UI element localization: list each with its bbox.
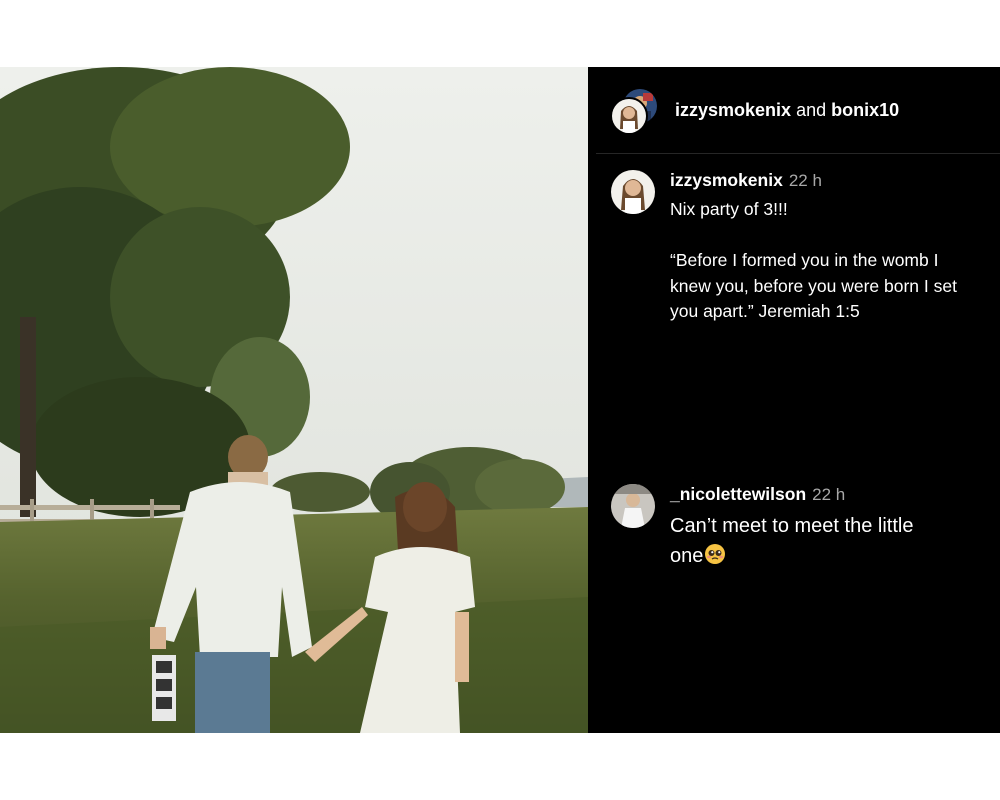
avatar-izzysmokenix[interactable] <box>611 170 655 214</box>
comments-panel: izzysmokenix and bonix10 izzysmokenix 22 … <box>596 67 1000 733</box>
photo-couple-walking-in-field <box>0 67 588 733</box>
comment-blank-line <box>670 223 1000 249</box>
authors-connector: and <box>791 100 832 120</box>
avatar-izzysmokenix[interactable] <box>610 97 648 135</box>
comment-line: Can’t meet to meet the little <box>670 515 914 537</box>
comment-text: Nix party of 3!!! “Before I formed you i… <box>670 197 1000 325</box>
panel-divider <box>588 67 596 733</box>
comment-line-with-emoji: one <box>670 541 1000 571</box>
comment-line: Nix party of 3!!! <box>670 199 788 219</box>
avatar-nicolettewilson[interactable] <box>611 484 655 528</box>
post-viewer: izzysmokenix and bonix10 izzysmokenix 22 … <box>0 67 1000 733</box>
post-photo[interactable] <box>0 67 588 733</box>
comment-line: one <box>670 545 704 567</box>
comment-username[interactable]: izzysmokenix <box>670 170 783 190</box>
comment-timestamp: 22 h <box>812 485 846 504</box>
comment-line: you apart.” Jeremiah 1:5 <box>670 301 860 321</box>
author-link-bonix10[interactable]: bonix10 <box>831 100 899 120</box>
post-header: izzysmokenix and bonix10 <box>596 67 1000 154</box>
comment-timestamp: 22 h <box>788 171 822 190</box>
comment-line: knew you, before you were born I set <box>670 275 957 296</box>
pleading-face-emoji <box>704 543 726 565</box>
author-link-izzysmokenix[interactable]: izzysmokenix <box>675 100 791 120</box>
comment-line: “Before I formed you in the womb I <box>670 250 939 270</box>
comment-username[interactable]: _nicolettewilson <box>670 484 806 504</box>
comment-text: Can’t meet to meet the little one <box>670 511 1000 571</box>
post-authors: izzysmokenix and bonix10 <box>675 100 899 121</box>
